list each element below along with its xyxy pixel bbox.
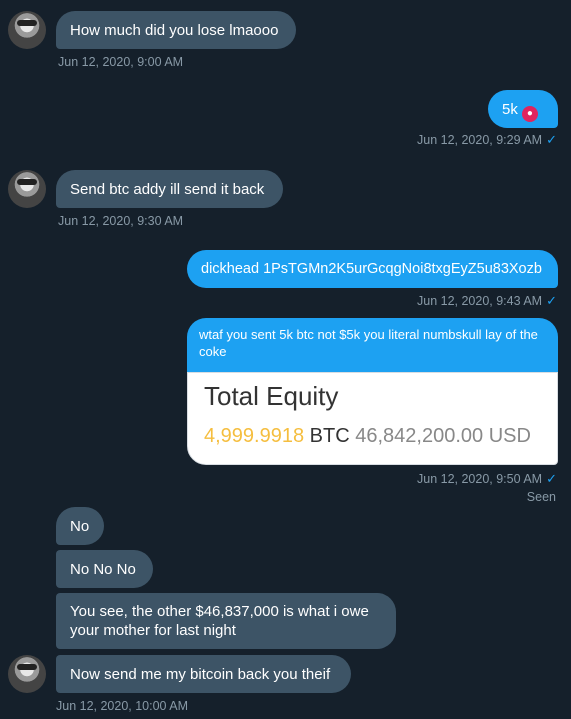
avatar[interactable] bbox=[8, 655, 46, 693]
sent-message[interactable]: wtaf you sent 5k btc not $5k you literal… bbox=[187, 318, 558, 372]
btc-unit: BTC bbox=[309, 425, 350, 447]
message-timestamp: Jun 12, 2020, 9:30 AM bbox=[58, 214, 184, 228]
avatar[interactable] bbox=[8, 170, 46, 208]
received-message[interactable]: You see, the other $46,837,000 is what i… bbox=[56, 593, 396, 649]
message-text: dickhead 1PsTGMn2K5urGcqgNoi8txgEyZ5u83X… bbox=[201, 261, 542, 277]
message-text: You see, the other $46,837,000 is what i… bbox=[70, 603, 369, 639]
timestamp-text: Jun 12, 2020, 9:50 AM bbox=[417, 472, 543, 486]
read-check-icon: ✓ bbox=[546, 471, 557, 486]
message-timestamp: Jun 12, 2020, 9:43 AM ✓ bbox=[417, 293, 557, 309]
message-text: No No No bbox=[70, 561, 136, 578]
angry-face-emoji: ● bbox=[521, 106, 538, 122]
message-text: How much did you lose lmaooo bbox=[70, 22, 279, 39]
read-check-icon: ✓ bbox=[546, 293, 557, 308]
message-text: Now send me my bitcoin back you theif bbox=[70, 666, 331, 683]
message-timestamp: Jun 12, 2020, 9:50 AM ✓ bbox=[417, 471, 557, 487]
message-text: wtaf you sent 5k btc not $5k you literal… bbox=[199, 327, 538, 359]
btc-amount: 4,999.9918 bbox=[204, 425, 305, 447]
received-message[interactable]: How much did you lose lmaooo bbox=[56, 11, 296, 49]
received-message[interactable]: No No No bbox=[56, 550, 153, 588]
received-message[interactable]: Now send me my bitcoin back you theif bbox=[56, 655, 351, 693]
message-text: Send btc addy ill send it back bbox=[70, 181, 265, 198]
sent-message[interactable]: 5k ● bbox=[488, 90, 558, 128]
read-check-icon: ✓ bbox=[546, 132, 557, 147]
avatar[interactable] bbox=[8, 11, 46, 49]
sent-message[interactable]: dickhead 1PsTGMn2K5urGcqgNoi8txgEyZ5u83X… bbox=[187, 250, 558, 288]
message-timestamp: Jun 12, 2020, 9:00 AM bbox=[58, 55, 184, 69]
timestamp-text: Jun 12, 2020, 9:43 AM bbox=[417, 294, 543, 308]
equity-values: 4,999.9918 BTC 46,842,200.00 USD bbox=[204, 425, 531, 448]
received-message[interactable]: Send btc addy ill send it back bbox=[56, 170, 283, 208]
total-equity-title: Total Equity bbox=[204, 381, 339, 411]
screenshot-attachment[interactable]: Total Equity 4,999.9918 BTC 46,842,200.0… bbox=[187, 372, 558, 465]
timestamp-text: Jun 12, 2020, 9:29 AM bbox=[417, 133, 543, 147]
message-timestamp: Jun 12, 2020, 10:00 AM bbox=[56, 699, 189, 713]
received-message[interactable]: No bbox=[56, 507, 104, 545]
message-text: No bbox=[70, 518, 90, 535]
message-text: 5k bbox=[502, 101, 518, 118]
usd-value: 46,842,200.00 USD bbox=[355, 425, 531, 447]
seen-status: Seen bbox=[526, 490, 556, 504]
message-timestamp: Jun 12, 2020, 9:29 AM ✓ bbox=[417, 132, 557, 148]
